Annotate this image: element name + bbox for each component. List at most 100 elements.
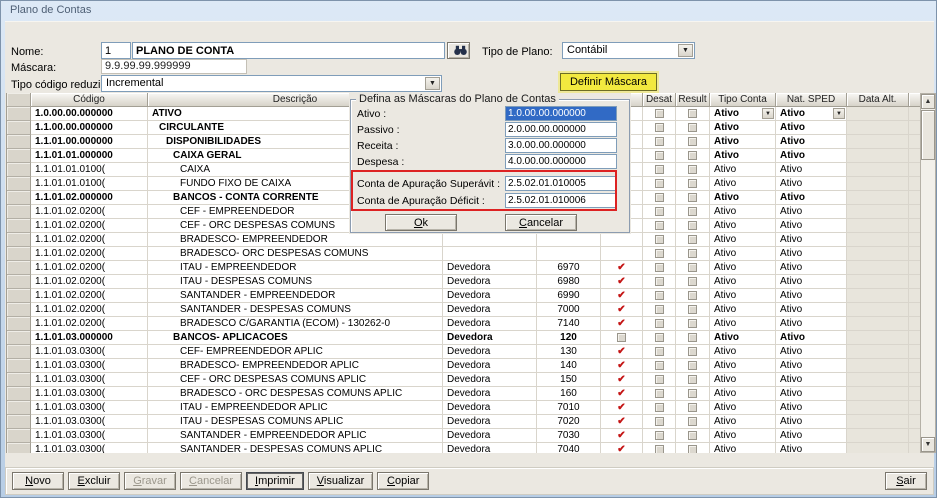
checkbox-icon[interactable] [654, 361, 664, 370]
row-selector[interactable] [7, 275, 31, 289]
table-row[interactable]: 1.1.01.03.0300(CEF - ORC DESPESAS COMUNS… [7, 373, 920, 387]
row-selector[interactable] [7, 415, 31, 429]
row-selector[interactable] [7, 163, 31, 177]
table-row[interactable]: 1.1.01.02.0200(SANTANDER - DESPESAS COMU… [7, 303, 920, 317]
checkbox-icon[interactable] [688, 207, 697, 216]
checkbox-icon[interactable] [654, 375, 664, 384]
table-row[interactable]: 1.1.01.03.0300(ITAU - DESPESAS COMUNS AP… [7, 415, 920, 429]
window-titlebar[interactable]: Plano de Contas [2, 1, 935, 20]
checkbox-icon[interactable] [688, 179, 697, 188]
checkbox-icon[interactable] [688, 123, 697, 132]
table-row[interactable]: 1.1.01.03.0300(BRADESCO - ORC DESPESAS C… [7, 387, 920, 401]
mascara-field[interactable]: 9.9.99.99.999999 [101, 59, 247, 74]
table-row[interactable]: 1.1.01.03.0300(ITAU - EMPREENDEDOR APLIC… [7, 401, 920, 415]
checkbox-icon[interactable] [688, 221, 697, 230]
checkbox-icon[interactable] [688, 389, 697, 398]
row-selector[interactable] [7, 401, 31, 415]
row-selector[interactable] [7, 317, 31, 331]
checkbox-icon[interactable] [654, 263, 664, 272]
checkbox-icon[interactable] [688, 263, 697, 272]
cancelar-button[interactable]: Cancelar [180, 472, 243, 490]
table-row[interactable]: 1.1.01.02.0200(BRADESCO- ORC DESPESAS CO… [7, 247, 920, 261]
tipo-plano-select[interactable]: Contábil ▼ [562, 42, 695, 59]
gravar-button[interactable]: Gravar [124, 472, 176, 490]
row-selector[interactable] [7, 121, 31, 135]
binoculars-search-button[interactable] [447, 42, 470, 59]
checkbox-icon[interactable] [654, 403, 664, 412]
imprimir-button[interactable]: Imprimir [246, 472, 304, 490]
visualizar-button[interactable]: Visualizar [307, 472, 374, 490]
row-selector[interactable] [7, 177, 31, 191]
checkbox-icon[interactable] [654, 333, 664, 342]
checkbox-icon[interactable] [688, 277, 697, 286]
row-selector[interactable] [7, 289, 31, 303]
checkbox-icon[interactable] [688, 165, 697, 174]
checkbox-icon[interactable] [654, 151, 664, 160]
mask-field-despesa-input[interactable] [505, 154, 617, 169]
checkbox-icon[interactable] [654, 109, 664, 118]
mask-field-receita-input[interactable] [505, 138, 617, 153]
checkbox-icon[interactable] [688, 417, 697, 426]
checkbox-icon[interactable] [654, 123, 664, 132]
column-header-tipo[interactable]: Tipo Conta [710, 93, 776, 107]
table-row[interactable]: 1.1.01.03.0300(SANTANDER - DESPESAS COMU… [7, 443, 920, 453]
nome-field[interactable] [132, 42, 445, 59]
checkbox-icon[interactable] [654, 291, 664, 300]
row-selector[interactable] [7, 107, 31, 121]
row-selector[interactable] [7, 443, 31, 453]
checkbox-icon[interactable] [654, 165, 664, 174]
column-header-sped[interactable]: Nat. SPED [776, 93, 847, 107]
tipo-codigo-reduzido-select[interactable]: Incremental ▼ [101, 75, 442, 92]
checkbox-icon[interactable] [654, 235, 664, 244]
column-header-codigo[interactable]: Código [31, 93, 148, 107]
column-header-data_alt[interactable]: Data Alt. [847, 93, 909, 107]
checkbox-icon[interactable] [688, 291, 697, 300]
checkbox-icon[interactable] [688, 249, 697, 258]
checkbox-icon[interactable] [688, 319, 697, 328]
table-row[interactable]: 1.1.01.02.0200(BRADESCO C/GARANTIA (ECOM… [7, 317, 920, 331]
row-selector[interactable] [7, 233, 31, 247]
chevron-down-icon[interactable]: ▼ [833, 108, 845, 119]
row-selector[interactable] [7, 261, 31, 275]
checkbox-icon[interactable] [688, 375, 697, 384]
checkbox-icon[interactable] [688, 403, 697, 412]
excluir-button[interactable]: Excluir [68, 472, 120, 490]
chevron-down-icon[interactable]: ▼ [762, 108, 774, 119]
row-selector[interactable] [7, 303, 31, 317]
checkbox-icon[interactable] [688, 151, 697, 160]
checkbox-icon[interactable] [654, 305, 664, 314]
checkbox-icon[interactable] [654, 417, 664, 426]
mask-field-apuracao-superavit-input[interactable] [505, 176, 617, 191]
scroll-up-button[interactable]: ▲ [921, 94, 935, 109]
checkbox-icon[interactable] [617, 333, 626, 342]
checkbox-icon[interactable] [688, 305, 697, 314]
copiar-button[interactable]: Copiar [377, 472, 430, 490]
table-row[interactable]: 1.1.01.03.0300(BRADESCO- EMPREENDEDOR AP… [7, 359, 920, 373]
checkbox-icon[interactable] [654, 249, 664, 258]
row-selector[interactable] [7, 345, 31, 359]
scroll-down-button[interactable]: ▼ [921, 437, 935, 452]
column-header-sel[interactable] [7, 93, 31, 107]
checkbox-icon[interactable] [688, 333, 697, 342]
scrollbar-thumb[interactable] [921, 110, 935, 160]
checkbox-icon[interactable] [688, 445, 697, 453]
checkbox-icon[interactable] [688, 193, 697, 202]
row-selector[interactable] [7, 247, 31, 261]
cancel-button[interactable]: Cancelar [505, 214, 577, 231]
checkbox-icon[interactable] [654, 319, 664, 328]
row-selector[interactable] [7, 373, 31, 387]
nome-numero-field[interactable] [101, 42, 131, 59]
checkbox-icon[interactable] [654, 207, 664, 216]
definir-mascara-button[interactable]: Definir Máscara [560, 73, 657, 91]
row-selector[interactable] [7, 135, 31, 149]
checkbox-icon[interactable] [654, 179, 664, 188]
checkbox-icon[interactable] [688, 347, 697, 356]
row-selector[interactable] [7, 219, 31, 233]
row-selector[interactable] [7, 149, 31, 163]
row-selector[interactable] [7, 205, 31, 219]
column-header-result[interactable]: Result [676, 93, 710, 107]
row-selector[interactable] [7, 359, 31, 373]
vertical-scrollbar[interactable]: ▲ ▼ [920, 93, 936, 453]
table-row[interactable]: 1.1.01.02.0200(SANTANDER - EMPREENDEDOR D… [7, 289, 920, 303]
checkbox-icon[interactable] [654, 347, 664, 356]
